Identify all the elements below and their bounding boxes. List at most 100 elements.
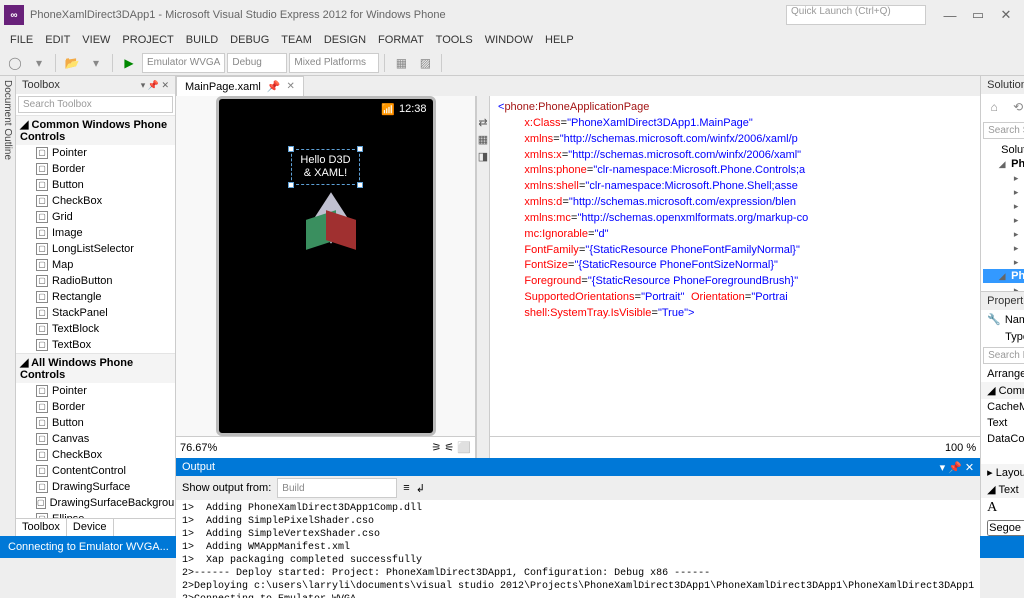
zoom-bar: 76.67% ⚞ ⚟ ⬜ — [176, 436, 475, 458]
output-wrap-icon[interactable]: ↲ — [416, 482, 425, 495]
sln-search-input[interactable]: Search Solution Explorer (Ctrl+;) — [983, 122, 1024, 139]
tree-node[interactable]: ▸App.xaml — [983, 227, 1024, 241]
toolbox-item[interactable]: ▢Canvas — [16, 431, 175, 447]
document-tabs: MainPage.xaml 📌 ✕ — [176, 76, 980, 96]
refresh-icon[interactable]: ⟲ — [1007, 96, 1024, 118]
close-button[interactable]: ✕ — [992, 4, 1020, 26]
menu-build[interactable]: BUILD — [180, 34, 224, 46]
tab-toolbox[interactable]: Toolbox — [16, 519, 67, 536]
zoom-controls[interactable]: ⚞ ⚟ ⬜ — [431, 441, 471, 454]
tree-node[interactable]: Solution 'PhoneXamlDirect3DApp1' (2 proj… — [983, 143, 1024, 157]
output-source-dropdown[interactable]: Build — [277, 478, 397, 498]
menu-file[interactable]: FILE — [4, 34, 39, 46]
config-dropdown[interactable]: Debug — [227, 53, 287, 73]
toolbox-item[interactable]: ▢Button — [16, 177, 175, 193]
output-text[interactable]: 1> Adding PhoneXamlDirect3DApp1Comp.dll … — [176, 500, 980, 598]
sln-title: Solution Explorer — [987, 79, 1024, 91]
ungroup-icon[interactable]: ▨ — [414, 52, 436, 74]
toolbox-item[interactable]: ▢CheckBox — [16, 193, 175, 209]
arrange-by[interactable]: Arrange by: Category — [987, 368, 1024, 380]
menu-edit[interactable]: EDIT — [39, 34, 76, 46]
toolbox-item[interactable]: ▢DrawingSurfaceBackgroundGrid — [16, 495, 175, 511]
menu-window[interactable]: WINDOW — [479, 34, 539, 46]
restore-button[interactable]: ▭ — [964, 4, 992, 26]
toolbox-item[interactable]: ▢Border — [16, 399, 175, 415]
tree-node[interactable]: ▸Properties — [983, 171, 1024, 185]
props-search-input[interactable]: Search Properties — [983, 347, 1024, 364]
toolbox-item[interactable]: ▢TextBox — [16, 337, 175, 353]
toolbox-item[interactable]: ▢TextBlock — [16, 321, 175, 337]
menu-tools[interactable]: TOOLS — [430, 34, 479, 46]
tab-mainpage[interactable]: MainPage.xaml 📌 ✕ — [176, 76, 304, 96]
play-icon[interactable]: ▶ — [118, 52, 140, 74]
tree-node[interactable]: ▸LocalizedStrings.cs — [983, 241, 1024, 255]
toolbox-category-all[interactable]: ◢ All Windows Phone Controls — [16, 353, 175, 383]
toolbox-item[interactable]: ▢Ellipse — [16, 511, 175, 518]
home-icon[interactable]: ⌂ — [983, 96, 1005, 118]
nav-fwd-icon[interactable]: ▾ — [28, 52, 50, 74]
toolbox-item[interactable]: ▢StackPanel — [16, 305, 175, 321]
minimize-button[interactable]: — — [936, 4, 964, 26]
clock-text: 12:38 — [399, 103, 427, 115]
wrench-icon: 🔧 — [987, 313, 1001, 326]
group-icon[interactable]: ▦ — [390, 52, 412, 74]
toolbox-item[interactable]: ▢CheckBox — [16, 447, 175, 463]
splitter[interactable]: ⇄▦◨ — [476, 96, 490, 458]
toolbox-item[interactable]: ▢Border — [16, 161, 175, 177]
textblock-selected[interactable]: Hello D3D & XAML! — [291, 149, 359, 185]
tab-device[interactable]: Device — [67, 519, 114, 536]
pin-icon[interactable]: ▾ 📌 ✕ — [141, 80, 169, 91]
cat-text[interactable]: ◢ Text — [981, 481, 1024, 498]
tab-close-icon[interactable]: ✕ — [287, 81, 295, 92]
toolbox-item[interactable]: ▢Button — [16, 415, 175, 431]
toolbox-search-input[interactable]: Search Toolbox — [18, 96, 173, 113]
output-pin-icon[interactable]: ▾ 📌 ✕ — [940, 461, 975, 474]
toolbox-item[interactable]: ▢LongListSelector — [16, 241, 175, 257]
tree-node[interactable]: ▸Assets — [983, 199, 1024, 213]
toolbox-item[interactable]: ▢Pointer — [16, 383, 175, 399]
toolbox-item[interactable]: ▢DrawingSurface — [16, 479, 175, 495]
tree-node[interactable]: ▸Resources — [983, 213, 1024, 227]
xaml-editor[interactable]: <phone:PhoneApplicationPage x:Class="Pho… — [490, 96, 980, 436]
toolbox-item[interactable]: ▢RadioButton — [16, 273, 175, 289]
tab-pin-icon[interactable]: 📌 — [267, 80, 281, 93]
tree-node[interactable]: ▸References — [983, 185, 1024, 199]
zoom-right[interactable]: 100 % — [945, 442, 976, 454]
menu-format[interactable]: FORMAT — [372, 34, 430, 46]
tree-node[interactable]: ▸MainPage.xaml — [983, 255, 1024, 269]
toolbox-item[interactable]: ▢ContentControl — [16, 463, 175, 479]
quick-launch-input[interactable]: Quick Launch (Ctrl+Q) — [786, 5, 926, 25]
toolbox-item[interactable]: ▢Pointer — [16, 145, 175, 161]
zoom-left[interactable]: 76.67% — [180, 442, 217, 454]
toolbox-item[interactable]: ▢Grid — [16, 209, 175, 225]
toolbox-item[interactable]: ▢Rectangle — [16, 289, 175, 305]
document-outline-tab[interactable]: Document Outline — [0, 76, 16, 536]
menu-debug[interactable]: DEBUG — [224, 34, 275, 46]
tree-node[interactable]: ◢PhoneXamlDirect3DApp1 — [983, 157, 1024, 171]
show-output-label: Show output from: — [182, 482, 271, 494]
open-icon[interactable]: 📂 — [61, 52, 83, 74]
output-clear-icon[interactable]: ≡ — [403, 482, 409, 494]
emulator-dropdown[interactable]: Emulator WVGA — [142, 53, 225, 73]
toolbox-header: Toolbox ▾ 📌 ✕ — [16, 76, 175, 94]
tree-node[interactable]: ▸External Dependencies — [983, 283, 1024, 291]
toolbox-item[interactable]: ▢Image — [16, 225, 175, 241]
designer-surface[interactable]: 📶12:38 Hello D3D & XAML! — [176, 96, 475, 436]
toolbox-category-common[interactable]: ◢ Common Windows Phone Controls — [16, 115, 175, 145]
menu-team[interactable]: TEAM — [275, 34, 318, 46]
menu-design[interactable]: DESIGN — [318, 34, 372, 46]
cat-common[interactable]: ◢ Common — [981, 382, 1024, 399]
tree-node[interactable]: ◢PhoneXamlDirect3DApp1Comp — [983, 269, 1024, 283]
platform-dropdown[interactable]: Mixed Platforms — [289, 53, 379, 73]
menu-help[interactable]: HELP — [539, 34, 580, 46]
toolbox-item[interactable]: ▢Map — [16, 257, 175, 273]
cat-layout[interactable]: ▸ Layout — [981, 464, 1024, 481]
font-input[interactable] — [987, 520, 1024, 536]
menu-project[interactable]: PROJECT — [116, 34, 179, 46]
font-icon: A — [987, 500, 997, 516]
nav-back-icon[interactable]: ◯ — [4, 52, 26, 74]
titlebar: ∞ PhoneXamlDirect3DApp1 - Microsoft Visu… — [0, 0, 1024, 30]
menu-view[interactable]: VIEW — [76, 34, 116, 46]
save-icon[interactable]: ▾ — [85, 52, 107, 74]
expand-common[interactable]: ⌄ — [981, 447, 1024, 464]
